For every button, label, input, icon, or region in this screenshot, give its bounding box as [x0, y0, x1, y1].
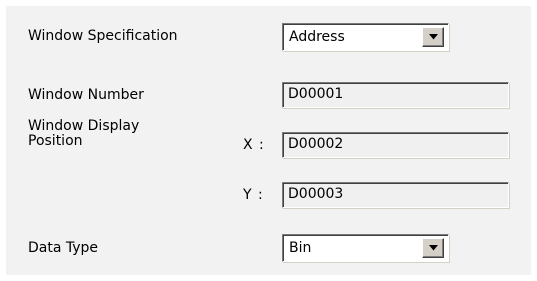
y-coordinate-label: Y : [243, 187, 264, 203]
window-display-position-label-line2: Position [28, 133, 83, 149]
chevron-down-icon [429, 245, 438, 251]
window-specification-label: Window Specification [28, 28, 178, 44]
y-position-field[interactable]: D00003 [282, 182, 509, 208]
window-specification-value: Address [289, 29, 345, 45]
window-number-label: Window Number [28, 87, 144, 103]
window-display-position-label-line1: Window Display [28, 118, 140, 134]
window-number-field[interactable]: D00001 [282, 82, 509, 108]
chevron-down-icon [429, 34, 438, 40]
data-type-value: Bin [289, 240, 312, 256]
x-coordinate-label: X : [243, 137, 265, 153]
window-display-position-label: Window Display Position [28, 119, 139, 149]
x-position-field[interactable]: D00002 [282, 132, 509, 158]
data-type-label: Data Type [28, 240, 99, 256]
settings-panel: Window Specification Address Window Numb… [6, 6, 531, 275]
data-type-select[interactable]: Bin [282, 234, 449, 262]
window-specification-dropdown-button[interactable] [422, 27, 444, 47]
window-specification-select[interactable]: Address [282, 23, 449, 51]
data-type-dropdown-button[interactable] [422, 238, 444, 258]
